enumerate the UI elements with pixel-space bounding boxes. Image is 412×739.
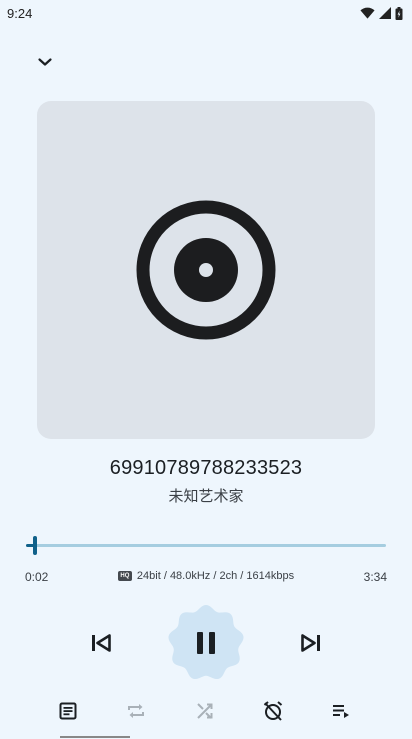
total-time: 3:34 [363, 570, 387, 584]
seek-bar[interactable] [26, 533, 386, 557]
previous-track-button[interactable] [84, 626, 118, 660]
audio-format-info: HQ 24bit / 48.0kHz / 2ch / 1614kbps [0, 570, 412, 582]
lyrics-icon [59, 702, 77, 720]
home-indicator [60, 736, 130, 738]
pause-icon [197, 632, 215, 654]
repeat-button[interactable] [121, 696, 151, 726]
wifi-icon [360, 7, 375, 19]
next-track-button[interactable] [294, 626, 328, 660]
collapse-button[interactable] [28, 46, 62, 78]
repeat-icon [128, 704, 144, 718]
hq-badge-icon: HQ [117, 571, 132, 581]
play-pause-button[interactable] [165, 602, 247, 684]
lyrics-button[interactable] [53, 696, 83, 726]
seek-track [30, 544, 386, 547]
skip-previous-icon [92, 634, 111, 652]
sleep-timer-button[interactable] [258, 696, 288, 726]
skip-next-icon [301, 634, 320, 652]
queue-button[interactable] [327, 696, 357, 726]
disc-icon [136, 200, 276, 340]
shuffle-button[interactable] [190, 696, 220, 726]
shuffle-icon [197, 703, 213, 719]
status-bar: 9:24 [0, 0, 412, 26]
status-time: 9:24 [7, 5, 33, 21]
battery-icon [395, 6, 403, 20]
seek-thumb[interactable] [33, 536, 38, 555]
sleep-timer-off-icon [263, 701, 283, 721]
album-art [37, 101, 375, 439]
audio-format-text: 24bit / 48.0kHz / 2ch / 1614kbps [136, 570, 295, 582]
status-icons [360, 6, 403, 20]
track-artist: 未知艺术家 [168, 487, 244, 505]
track-title: 69910789788233523 [109, 457, 303, 479]
signal-icon [379, 7, 391, 19]
chevron-down-icon [38, 58, 52, 66]
queue-icon [333, 705, 349, 718]
